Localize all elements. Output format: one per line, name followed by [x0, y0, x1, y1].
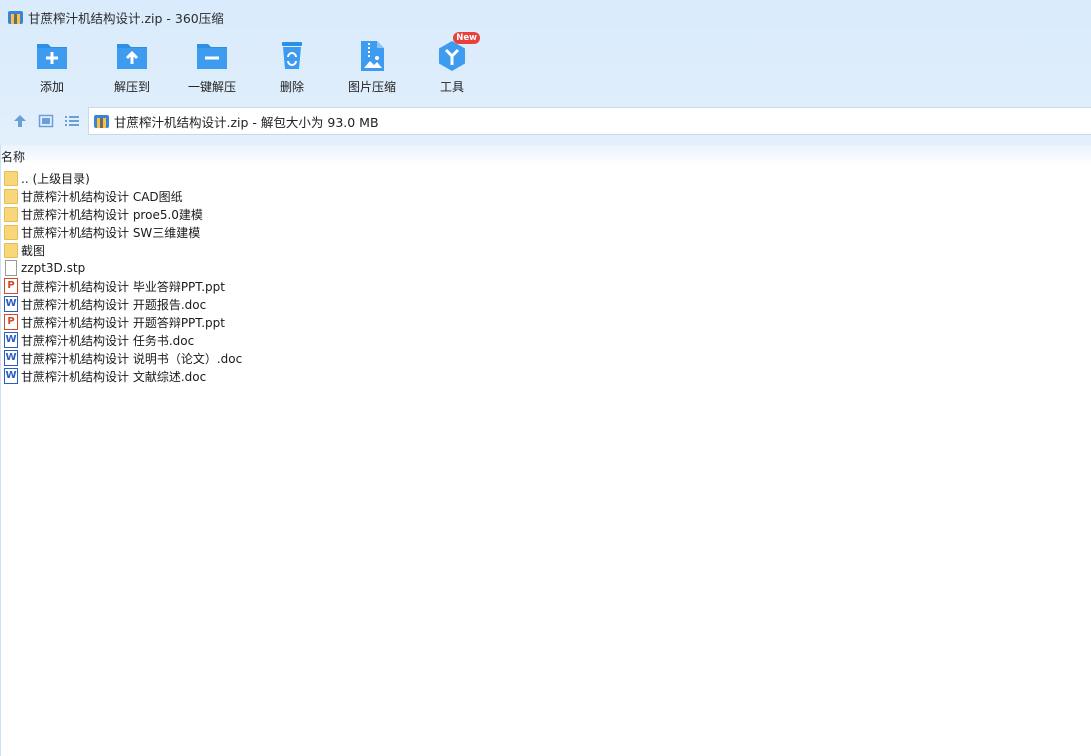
list-view-icon[interactable]: [64, 113, 80, 129]
zip-archive-icon: [94, 114, 109, 129]
title-bar: 甘蔗榨汁机结构设计.zip - 360压缩: [8, 8, 224, 26]
list-item[interactable]: .. (上级目录): [0, 169, 1091, 187]
generic-file-icon: [4, 260, 18, 276]
thumbnail-view-icon[interactable]: [38, 113, 54, 129]
list-item[interactable]: 甘蔗榨汁机结构设计 SW三维建模: [0, 223, 1091, 241]
trash-icon: [282, 42, 302, 69]
add-button[interactable]: 添加: [12, 38, 92, 95]
image-compress-button[interactable]: 图片压缩: [332, 38, 412, 95]
item-name: 甘蔗榨汁机结构设计 proe5.0建模: [21, 207, 203, 222]
folder-icon: [4, 206, 18, 222]
image-compress-label: 图片压缩: [347, 80, 396, 94]
item-name: 甘蔗榨汁机结构设计 开题报告.doc: [21, 297, 207, 312]
item-name: 甘蔗榨汁机结构设计 开题答辩PPT.ppt: [21, 315, 225, 330]
extract-to-button[interactable]: 解压到: [92, 38, 172, 95]
up-arrow-icon[interactable]: [12, 113, 28, 129]
word-file-icon: W: [4, 296, 18, 312]
delete-button[interactable]: 删除: [252, 38, 332, 95]
item-name: 甘蔗榨汁机结构设计 文献综述.doc: [21, 369, 207, 384]
list-item[interactable]: zzpt3D.stp: [0, 259, 1091, 277]
column-header-name[interactable]: 名称: [1, 148, 25, 165]
powerpoint-file-icon: P: [4, 314, 18, 330]
toolbar-area: 甘蔗榨汁机结构设计.zip - 360压缩 添加 解压到 一键解压 删除 图片压…: [0, 0, 1091, 145]
one-click-extract-label: 一键解压: [187, 80, 236, 94]
powerpoint-file-icon: P: [4, 278, 18, 294]
list-item[interactable]: W 甘蔗榨汁机结构设计 说明书（论文）.doc: [0, 349, 1091, 367]
new-badge: New: [453, 32, 480, 44]
folder-icon: [4, 242, 18, 258]
folder-icon: [4, 170, 18, 186]
list-item[interactable]: W 甘蔗榨汁机结构设计 开题报告.doc: [0, 295, 1091, 313]
item-name: 甘蔗榨汁机结构设计 任务书.doc: [21, 333, 195, 348]
item-name: 甘蔗榨汁机结构设计 SW三维建模: [21, 225, 201, 240]
item-name: zzpt3D.stp: [21, 261, 86, 275]
list-item[interactable]: W 甘蔗榨汁机结构设计 文献综述.doc: [0, 367, 1091, 385]
list-item[interactable]: 截图: [0, 241, 1091, 259]
address-bar[interactable]: 甘蔗榨汁机结构设计.zip - 解包大小为 93.0 MB: [88, 107, 1091, 135]
delete-label: 删除: [279, 80, 304, 94]
list-item[interactable]: 甘蔗榨汁机结构设计 proe5.0建模: [0, 205, 1091, 223]
file-list: .. (上级目录) 甘蔗榨汁机结构设计 CAD图纸 甘蔗榨汁机结构设计 proe…: [0, 169, 1091, 385]
add-label: 添加: [39, 80, 64, 94]
word-file-icon: W: [4, 350, 18, 366]
list-item[interactable]: 甘蔗榨汁机结构设计 CAD图纸: [0, 187, 1091, 205]
add-folder-icon: [37, 44, 67, 69]
one-click-extract-button[interactable]: 一键解压: [172, 38, 252, 95]
main-toolbar: 添加 解压到 一键解压 删除 图片压缩 New 工具: [12, 32, 492, 95]
one-click-extract-icon: [197, 44, 227, 69]
list-item[interactable]: W 甘蔗榨汁机结构设计 任务书.doc: [0, 331, 1091, 349]
list-item[interactable]: P 甘蔗榨汁机结构设计 开题答辩PPT.ppt: [0, 313, 1091, 331]
item-name: 甘蔗榨汁机结构设计 说明书（论文）.doc: [21, 351, 243, 366]
tools-label: 工具: [439, 80, 464, 94]
address-text: 甘蔗榨汁机结构设计.zip - 解包大小为 93.0 MB: [114, 114, 379, 130]
zip-archive-icon: [8, 10, 23, 25]
item-name: .. (上级目录): [21, 171, 90, 186]
extract-to-label: 解压到: [113, 80, 150, 94]
list-item[interactable]: P 甘蔗榨汁机结构设计 毕业答辩PPT.ppt: [0, 277, 1091, 295]
word-file-icon: W: [4, 332, 18, 348]
tools-button[interactable]: New 工具: [412, 32, 492, 95]
image-compress-icon: [361, 41, 384, 71]
item-name: 甘蔗榨汁机结构设计 毕业答辩PPT.ppt: [21, 279, 225, 294]
item-name: 甘蔗榨汁机结构设计 CAD图纸: [21, 189, 183, 204]
extract-to-icon: [117, 44, 147, 69]
tools-icon-wrap: New: [434, 32, 480, 74]
word-file-icon: W: [4, 368, 18, 384]
folder-icon: [4, 188, 18, 204]
window-title: 甘蔗榨汁机结构设计.zip - 360压缩: [28, 10, 224, 26]
navigation-row: 甘蔗榨汁机结构设计.zip - 解包大小为 93.0 MB: [0, 106, 1091, 136]
item-name: 截图: [21, 243, 46, 258]
folder-icon: [4, 224, 18, 240]
list-header: 名称: [0, 145, 1091, 165]
